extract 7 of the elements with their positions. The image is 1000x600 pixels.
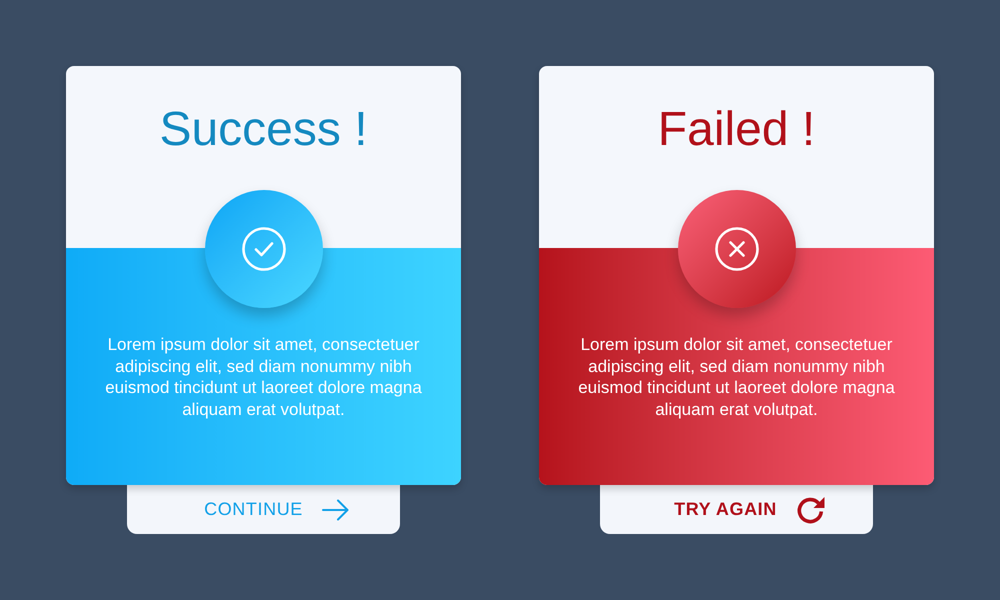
- dialog-title: Failed !: [658, 106, 816, 154]
- arrow-right-icon: [322, 498, 349, 520]
- message-text: Lorem ipsum dolor sit amet, consectetuer adipiscing elit, sed diam nonummy nibh euismod tincidunt ut laoreet dolore magna aliquam erat volutpat.: [577, 334, 896, 420]
- dialog-title: Success !: [159, 106, 368, 154]
- try-again-button[interactable]: TRY AGAIN: [600, 485, 873, 534]
- retry-icon: [796, 495, 825, 524]
- message-text: Lorem ipsum dolor sit amet, consectetuer adipiscing elit, sed diam nonummy nibh euismod tincidunt ut laoreet dolore magna aliquam erat volutpat.: [104, 334, 423, 420]
